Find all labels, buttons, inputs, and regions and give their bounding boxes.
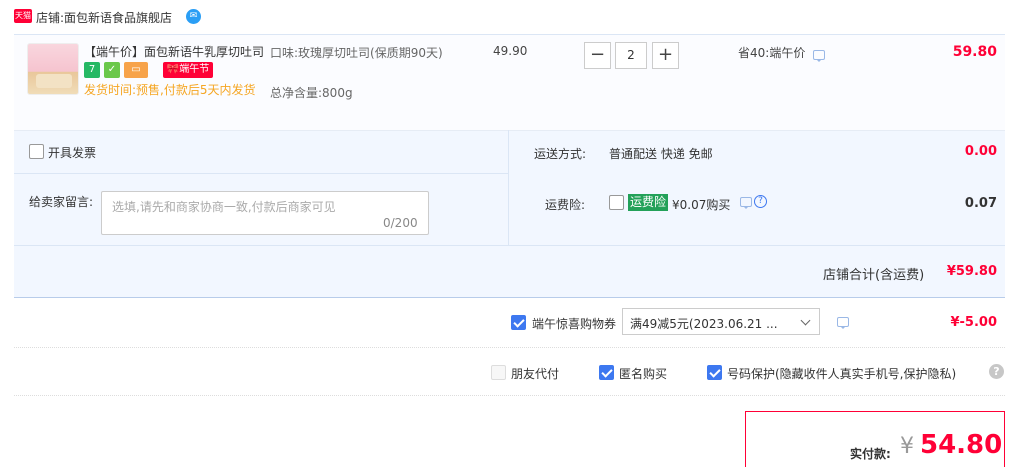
payment-label: 实付款:	[850, 447, 891, 461]
seven-day-return-icon: 7	[84, 62, 100, 78]
panel-divider	[14, 173, 508, 174]
coupon-discount-value: ¥-5.00	[950, 315, 997, 330]
chat-seller-icon[interactable]: ✉	[186, 9, 201, 24]
number-protection-label: 号码保护(隐藏收件人真实手机号,保护隐私)	[727, 367, 957, 381]
product-title[interactable]: 【端午价】面包新语牛乳厚切吐司	[84, 43, 266, 60]
promotion-note: 省40:端午价	[738, 46, 806, 60]
row-divider	[14, 347, 1005, 348]
shipping-method-value: 普通配送 快递 免邮	[609, 147, 713, 161]
help-icon[interactable]: ?	[989, 364, 1004, 379]
unit-price: 49.90	[493, 44, 528, 58]
seller-memo-label: 给卖家留言:	[29, 195, 94, 209]
product-weight: 总净含量:800g	[270, 86, 353, 100]
help-icon[interactable]: ?	[754, 195, 767, 208]
store-subtotal-label: 店铺合计(含运费)	[823, 268, 925, 283]
promotion-info-icon[interactable]	[813, 50, 825, 62]
payment-amount: 54.80	[920, 430, 1003, 460]
item-total-price: 59.80	[952, 44, 997, 60]
friend-pay-checkbox[interactable]	[491, 365, 506, 380]
seller-memo-char-count: 0/200	[383, 216, 418, 230]
anonymous-purchase-checkbox[interactable]	[599, 365, 614, 380]
insurance-info-icon[interactable]	[740, 197, 752, 209]
product-thumbnail[interactable]	[27, 43, 79, 95]
guarantee-icon: ✓	[104, 62, 120, 78]
shipping-insurance-price: ¥0.07购买	[672, 198, 731, 212]
panel-divider	[14, 245, 1005, 246]
shipping-cost: 0.00	[964, 144, 997, 159]
dragon-boat-festival-badge: 🎀端午节	[163, 62, 213, 78]
currency-symbol: ¥	[900, 434, 914, 459]
coupon-checkbox[interactable]	[511, 315, 526, 330]
invoice-checkbox[interactable]	[29, 144, 44, 159]
friend-pay-label: 朋友代付	[511, 367, 560, 381]
shipping-method-label: 运送方式:	[534, 147, 587, 161]
panel-divider	[508, 130, 509, 245]
coupon-info-icon[interactable]	[837, 317, 849, 329]
credit-card-icon: ▭	[124, 62, 148, 78]
shipping-time-note: 发货时间:预售,付款后5天内发货	[84, 83, 256, 97]
number-protection-checkbox[interactable]	[707, 365, 722, 380]
tmall-logo-icon: 天猫	[14, 9, 32, 23]
coupon-selected-value: 满49减5元(2023.06.21 ...	[630, 317, 778, 331]
invoice-label: 开具发票	[48, 146, 97, 160]
coupon-label: 端午惊喜购物券	[532, 317, 617, 331]
store-name[interactable]: 店铺:面包新语食品旗舰店	[36, 9, 172, 26]
shipping-insurance-tag: 运费险	[628, 194, 669, 211]
shipping-insurance-label: 运费险:	[545, 198, 586, 212]
row-divider	[14, 395, 1005, 396]
store-subtotal-value: ¥59.80	[946, 264, 997, 279]
product-flavor: 口味:玫瑰厚切吐司(保质期90天)	[270, 46, 443, 60]
quantity-decrease-button[interactable]: −	[584, 42, 611, 69]
shipping-insurance-cost: 0.07	[964, 196, 997, 211]
quantity-input[interactable]: 2	[615, 42, 647, 69]
seller-memo-placeholder: 选填,请先和商家协商一致,付款后商家可见	[112, 200, 336, 214]
shipping-insurance-checkbox[interactable]	[609, 195, 624, 210]
anonymous-purchase-label: 匿名购买	[619, 367, 668, 381]
quantity-increase-button[interactable]: +	[652, 42, 679, 69]
